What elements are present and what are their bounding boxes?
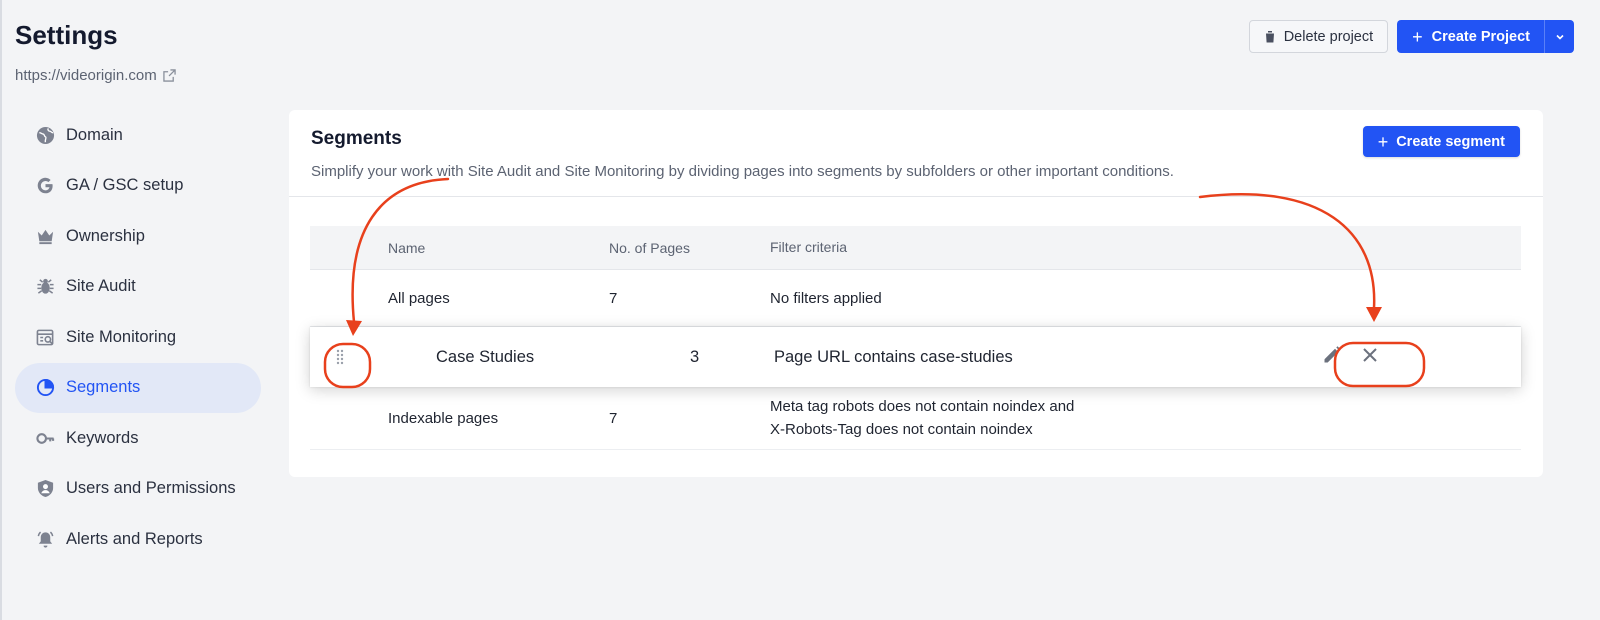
edit-pencil-icon[interactable] — [1322, 345, 1342, 365]
delete-project-label: Delete project — [1283, 28, 1374, 45]
create-segment-button[interactable]: + Create segment — [1362, 126, 1520, 157]
segments-description: Simplify your work with Site Audit and S… — [311, 163, 1174, 180]
table-row[interactable]: All pages 7 No filters applied — [310, 270, 1521, 327]
segment-name: Case Studies — [436, 347, 535, 366]
create-project-group: + Create Project — [1397, 20, 1574, 53]
table-row[interactable]: Indexable pages 7 Meta tag robots does n… — [310, 387, 1521, 450]
crown-icon — [35, 226, 55, 246]
sidebar-item-label: Alerts and Reports — [66, 529, 203, 548]
column-header-pages[interactable]: No. of Pages — [609, 240, 690, 256]
shield-user-icon — [35, 479, 55, 499]
globe-icon — [35, 125, 55, 145]
column-header-name[interactable]: Name — [388, 240, 425, 256]
segments-table: Name No. of Pages Filter criteria All pa… — [310, 226, 1521, 450]
bug-icon — [35, 277, 55, 297]
sidebar-item-ga-gsc-setup[interactable]: GA / GSC setup — [15, 161, 261, 211]
segment-pages: 7 — [609, 289, 618, 307]
segment-filter: Meta tag robots does not contain noindex… — [770, 395, 1074, 441]
table-row-dragging[interactable]: Case Studies 3 Page URL contains case-st… — [310, 327, 1521, 387]
sidebar-item-label: Users and Permissions — [66, 479, 236, 497]
segment-pages: 7 — [609, 409, 618, 427]
settings-sidebar: Domain GA / GSC setup Ownership Site Aud… — [15, 110, 261, 565]
plus-icon: + — [1412, 26, 1423, 47]
segment-pages: 3 — [690, 347, 700, 366]
create-project-button[interactable]: + Create Project — [1397, 20, 1544, 53]
site-url-text: https://videorigin.com — [15, 67, 157, 84]
segments-panel: Segments Simplify your work with Site Au… — [289, 110, 1543, 477]
sidebar-item-label: Site Monitoring — [66, 327, 177, 346]
segments-title: Segments — [311, 128, 402, 149]
sidebar-item-label: GA / GSC setup — [66, 176, 184, 194]
trash-icon — [1264, 31, 1275, 43]
page-title: Settings — [15, 20, 118, 50]
segment-filter: Page URL contains case-studies — [774, 347, 1013, 366]
external-link-icon — [163, 69, 176, 82]
create-project-dropdown-button[interactable] — [1544, 20, 1574, 53]
key-icon — [35, 428, 55, 448]
sidebar-item-label: Domain — [66, 125, 123, 144]
site-url-link[interactable]: https://videorigin.com — [15, 67, 176, 84]
create-segment-label: Create segment — [1396, 133, 1505, 150]
sidebar-item-label: Ownership — [66, 226, 145, 245]
close-icon[interactable] — [1360, 345, 1380, 365]
drag-handle-icon[interactable] — [335, 349, 345, 365]
sidebar-item-label: Site Audit — [66, 277, 136, 295]
create-project-label: Create Project — [1431, 28, 1530, 45]
sidebar-item-label: Keywords — [66, 428, 139, 447]
bell-icon — [35, 529, 55, 549]
segment-filter-line: Meta tag robots does not contain noindex… — [770, 398, 1075, 415]
segment-name: All pages — [388, 289, 450, 307]
divider — [289, 196, 1543, 197]
table-header: Name No. of Pages Filter criteria — [310, 226, 1521, 270]
sidebar-item-alerts-and-reports[interactable]: Alerts and Reports — [15, 514, 261, 564]
sidebar-item-ownership[interactable]: Ownership — [15, 211, 261, 261]
segment-name: Indexable pages — [388, 409, 499, 427]
column-header-filter[interactable]: Filter criteria — [770, 236, 847, 259]
sidebar-item-site-audit[interactable]: Site Audit — [15, 262, 261, 312]
delete-project-button[interactable]: Delete project — [1248, 20, 1389, 53]
chevron-down-icon — [1555, 34, 1564, 40]
sidebar-item-users-and-permissions[interactable]: Users and Permissions — [15, 464, 261, 514]
sidebar-item-label: Segments — [66, 378, 141, 396]
sidebar-item-keywords[interactable]: Keywords — [15, 413, 261, 463]
google-icon — [35, 176, 55, 196]
segment-filter: No filters applied — [770, 289, 882, 307]
header-actions: Delete project + Create Project — [1248, 20, 1574, 53]
pie-chart-icon — [35, 378, 55, 398]
monitor-search-icon — [35, 327, 55, 347]
segment-filter-line: X-Robots-Tag does not contain noindex — [770, 421, 1033, 438]
row-actions — [1322, 345, 1380, 365]
sidebar-item-site-monitoring[interactable]: Site Monitoring — [15, 312, 261, 362]
sidebar-item-segments[interactable]: Segments — [15, 362, 261, 413]
sidebar-item-domain[interactable]: Domain — [15, 110, 261, 160]
window-edge — [0, 0, 2, 620]
plus-icon: + — [1377, 131, 1389, 152]
